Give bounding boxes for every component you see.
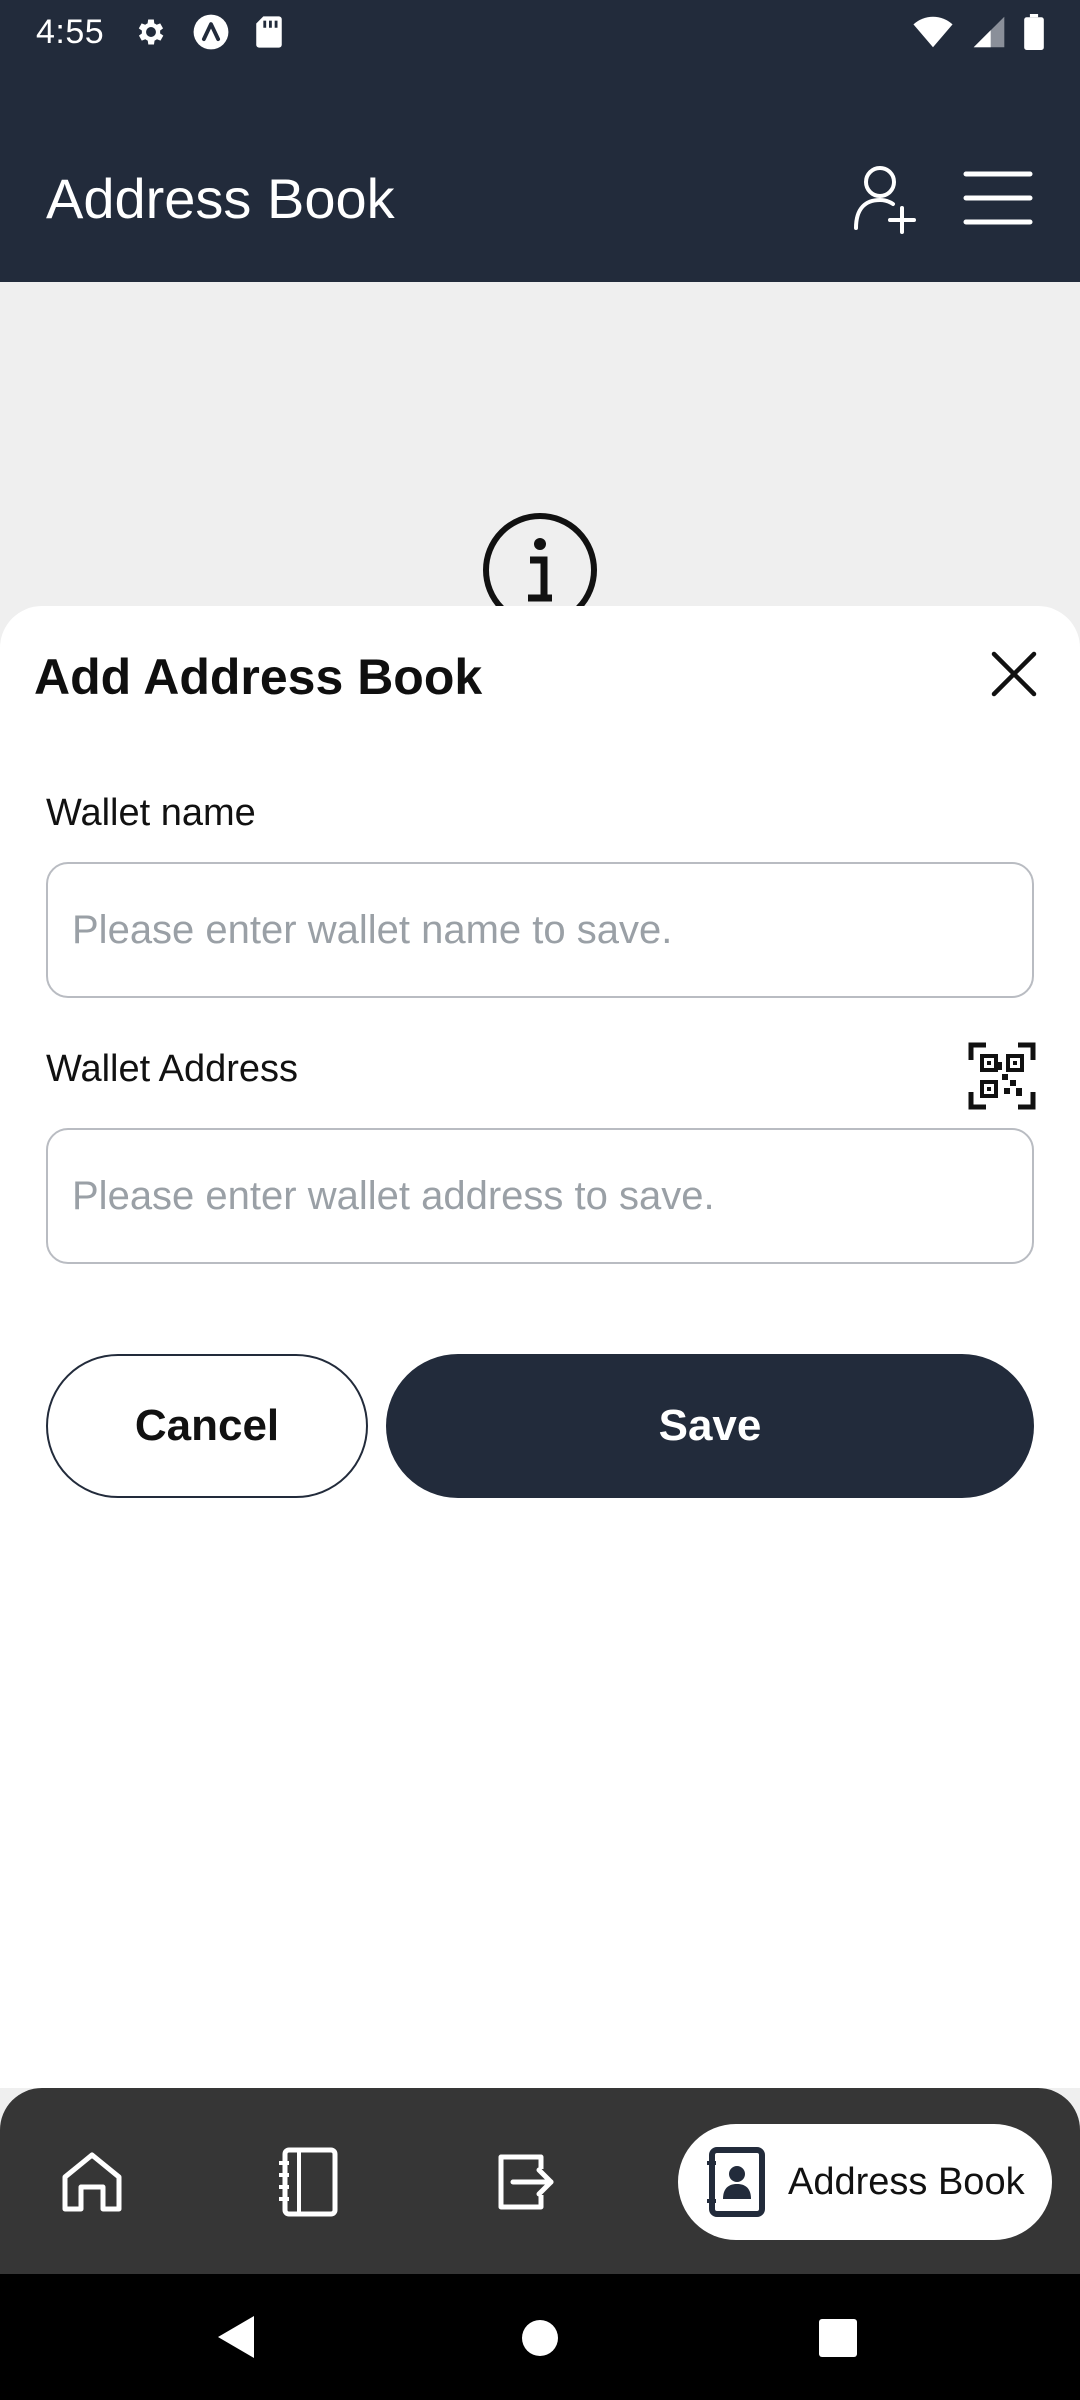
cancel-button[interactable]: Cancel (46, 1354, 368, 1498)
home-icon (62, 2152, 122, 2212)
nav-item-notebook[interactable] (258, 2132, 358, 2232)
nav-item-label: Address Book (788, 2160, 1025, 2203)
menu-icon (963, 171, 1033, 225)
wallet-name-input[interactable] (46, 862, 1034, 998)
wallet-name-label: Wallet name (46, 792, 256, 834)
wallet-address-label: Wallet Address (46, 1048, 299, 1090)
address-book-icon (707, 2147, 765, 2217)
wallet-address-input[interactable] (46, 1128, 1034, 1264)
close-button[interactable] (986, 646, 1042, 702)
add-user-icon (854, 166, 916, 234)
transfer-icon (498, 2154, 554, 2210)
status-bar: 4:55 (0, 0, 1080, 64)
wifi-icon (913, 16, 953, 48)
qr-code-icon (968, 1042, 1036, 1110)
add-contact-button[interactable] (852, 162, 918, 234)
home-circle-icon[interactable] (520, 2318, 560, 2358)
nav-item-transfer[interactable] (476, 2132, 576, 2232)
back-icon[interactable] (216, 2314, 256, 2360)
settings-icon (139, 19, 164, 45)
status-time: 4:55 (36, 12, 105, 51)
save-button[interactable]: Save (386, 1354, 1034, 1498)
app-bar: Address Book (0, 64, 1080, 282)
nav-item-home[interactable] (42, 2132, 142, 2232)
system-nav-bar (0, 2274, 1080, 2400)
notebook-icon (279, 2147, 338, 2217)
status-icons-left (134, 13, 284, 51)
nav-item-address-book[interactable]: Address Book (678, 2124, 1052, 2240)
recents-icon[interactable] (818, 2318, 858, 2358)
bottom-nav: Address Book (0, 2088, 1080, 2274)
page-title: Address Book (46, 167, 395, 230)
close-icon (991, 651, 1037, 697)
sheet-title: Add Address Book (34, 649, 483, 705)
app-notification-icon (193, 14, 229, 50)
screen: 4:55 Address Book Add Address Book Walle… (0, 0, 1080, 2400)
scan-qr-button[interactable] (968, 1042, 1036, 1110)
signal-icon (973, 16, 1005, 48)
add-address-sheet: Add Address Book Wallet name Wallet Addr… (0, 606, 1080, 2088)
menu-button[interactable] (962, 168, 1034, 228)
sd-card-icon (256, 16, 282, 48)
battery-icon (1024, 14, 1044, 50)
status-icons-right (912, 14, 1044, 50)
